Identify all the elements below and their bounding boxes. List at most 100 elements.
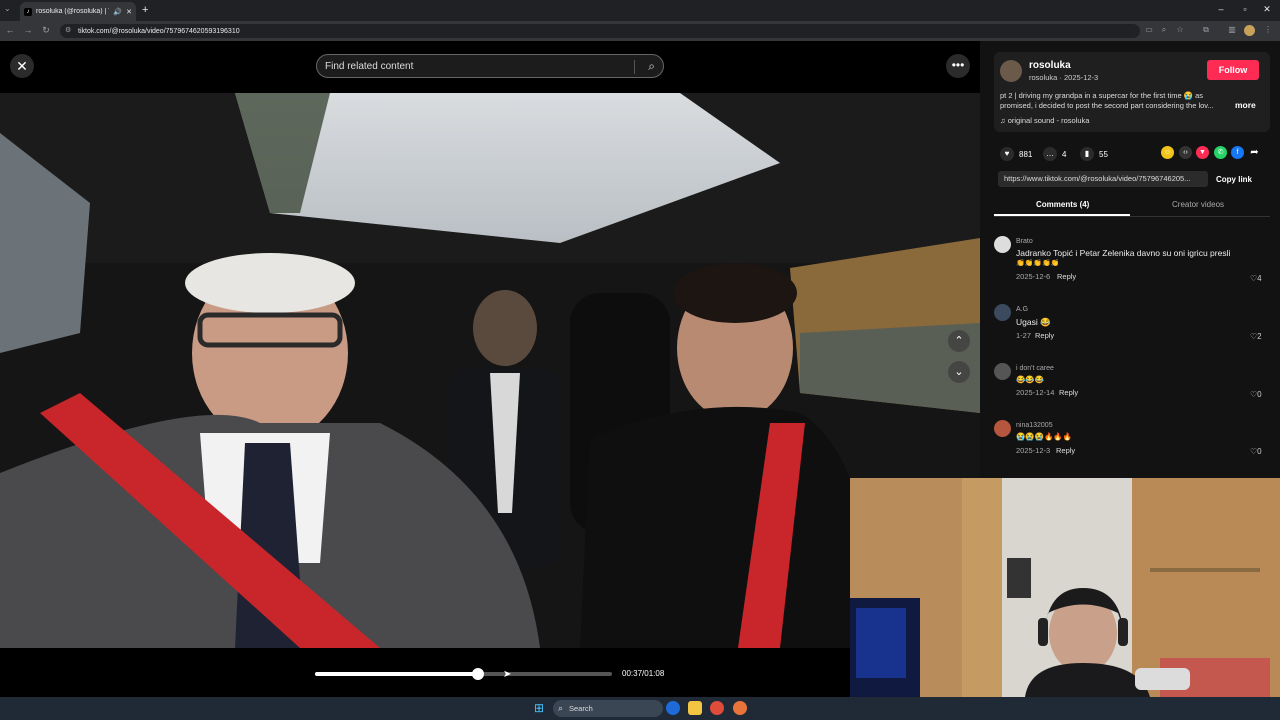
comment-date: 2025-12-14: [1016, 388, 1055, 397]
tab-strip: [0, 0, 1280, 21]
edge-icon[interactable]: [666, 701, 680, 715]
close-window-icon[interactable]: ✕: [1258, 4, 1276, 15]
menu-icon[interactable]: ⋮: [1262, 25, 1274, 34]
time-display: 00:37/01:08: [622, 669, 665, 678]
progress-bar[interactable]: [315, 668, 612, 680]
emoji-share-icon[interactable]: ☺: [1161, 146, 1174, 159]
taskbar-search-label: Search: [569, 704, 593, 713]
bookmark-icon: ▮: [1080, 147, 1094, 161]
whatsapp-icon[interactable]: ✆: [1214, 146, 1227, 159]
mouse-cursor: ➤: [503, 669, 512, 680]
facebook-icon[interactable]: f: [1231, 146, 1244, 159]
author-avatar[interactable]: [1000, 60, 1022, 82]
reply-button[interactable]: Reply: [1057, 272, 1076, 281]
forward-icon[interactable]: →: [22, 25, 34, 35]
back-icon[interactable]: ←: [4, 25, 16, 35]
previous-video-button[interactable]: ⌃: [948, 330, 970, 352]
sidepanel-icon[interactable]: ▥: [1226, 25, 1238, 34]
more-options-button[interactable]: •••: [946, 54, 970, 78]
webcam-overlay: [850, 478, 1280, 697]
windows-start-icon[interactable]: ⊞: [534, 701, 544, 715]
progress-fill: [315, 672, 479, 676]
tiktok-icon: ♪: [24, 7, 32, 16]
comment-like[interactable]: ♡4: [1250, 274, 1262, 283]
comment-like-count: 0: [1257, 447, 1262, 456]
minimize-icon[interactable]: –: [1212, 4, 1230, 14]
commenter-avatar[interactable]: [994, 420, 1011, 437]
comment-like[interactable]: ♡0: [1250, 447, 1262, 456]
tab-search-icon[interactable]: ⌄: [4, 4, 11, 13]
zoom-icon[interactable]: ⌕: [1158, 25, 1170, 35]
webcam-frame: [850, 478, 1280, 697]
like-count: 881: [1019, 149, 1033, 159]
send-icon[interactable]: ▼: [1196, 146, 1209, 159]
comment-button[interactable]: … 4: [1043, 147, 1066, 161]
comment-like-count: 0: [1257, 390, 1262, 399]
reply-button[interactable]: Reply: [1035, 331, 1054, 340]
tab-title: rosoluka (@rosoluka) | TikTok: [36, 8, 109, 15]
speaker-icon[interactable]: 🔊: [113, 8, 122, 16]
more-link[interactable]: more: [1235, 100, 1256, 110]
music-note-icon: ♫: [1000, 116, 1008, 125]
copy-link-button[interactable]: Copy link: [1216, 175, 1252, 184]
chrome-active-icon[interactable]: [733, 701, 747, 715]
chrome-icon[interactable]: [710, 701, 724, 715]
url-text: tiktok.com/@rosoluka/video/7579674620593…: [78, 27, 240, 35]
bookmark-star-icon[interactable]: ☆: [1174, 25, 1186, 34]
next-video-button[interactable]: ⌄: [948, 361, 970, 383]
comment-date: 2025-12-6: [1016, 272, 1051, 281]
search-icon: ⌕: [558, 703, 564, 713]
sound-link[interactable]: ♫ original sound - rosoluka: [1000, 116, 1089, 125]
extensions-icon[interactable]: ⧉: [1200, 25, 1212, 35]
site-info-icon[interactable]: ⚙: [65, 26, 71, 34]
author-name[interactable]: rosoluka: [1029, 60, 1071, 71]
save-button[interactable]: ▮ 55: [1080, 147, 1108, 161]
embed-icon[interactable]: ‹›: [1179, 146, 1192, 159]
like-button[interactable]: ♥ 881: [1000, 147, 1032, 161]
reload-icon[interactable]: ↻: [40, 25, 52, 36]
comment-icon: …: [1043, 147, 1057, 161]
maximize-icon[interactable]: ▫: [1236, 4, 1254, 14]
browser-tab[interactable]: ♪ rosoluka (@rosoluka) | TikTok 🔊 ✕: [20, 2, 136, 21]
cast-icon[interactable]: ▭: [1143, 25, 1155, 34]
tab-creator-videos[interactable]: Creator videos: [1172, 200, 1224, 209]
file-explorer-icon[interactable]: [688, 701, 702, 715]
comment-user[interactable]: A.G: [1016, 306, 1028, 313]
comment-count: 4: [1062, 149, 1067, 159]
comment-date: 1-27: [1016, 331, 1032, 340]
follow-button[interactable]: Follow: [1207, 60, 1259, 80]
comment-user[interactable]: nina132005: [1016, 422, 1053, 429]
commenter-avatar[interactable]: [994, 304, 1011, 321]
comment-text: 😂😂😂: [1016, 375, 1045, 384]
comment-user[interactable]: Brato: [1016, 238, 1033, 245]
reply-button[interactable]: Reply: [1056, 446, 1075, 455]
video-description: pt 2 | driving my grandpa in a supercar …: [1000, 91, 1214, 110]
reply-button[interactable]: Reply: [1059, 388, 1078, 397]
new-tab-button[interactable]: +: [142, 4, 148, 16]
comment-text: 😭😭😭🔥🔥🔥: [1016, 432, 1073, 441]
close-button[interactable]: ✕: [10, 54, 34, 78]
close-tab-icon[interactable]: ✕: [126, 8, 132, 16]
comment-user[interactable]: i don't caree: [1016, 365, 1054, 372]
share-link-field[interactable]: https://www.tiktok.com/@rosoluka/video/7…: [998, 171, 1208, 187]
commenter-avatar[interactable]: [994, 236, 1011, 253]
save-count: 55: [1099, 149, 1108, 159]
search-divider: [634, 60, 635, 74]
profile-avatar[interactable]: [1244, 25, 1255, 36]
commenter-avatar[interactable]: [994, 363, 1011, 380]
share-arrow-icon[interactable]: ➦: [1248, 146, 1261, 159]
tab-comments[interactable]: Comments (4): [1036, 200, 1089, 209]
author-subtitle: rosoluka · 2025-12-3: [1029, 73, 1099, 82]
comment-like[interactable]: ♡2: [1250, 332, 1262, 341]
search-placeholder: Find related content: [325, 60, 414, 72]
sound-name: original sound - rosoluka: [1007, 116, 1090, 125]
search-icon[interactable]: ⌕: [648, 59, 655, 74]
heart-icon: ♥: [1000, 147, 1014, 161]
taskbar-search[interactable]: ⌕ Search: [553, 700, 663, 717]
video-player[interactable]: [0, 93, 980, 648]
address-bar[interactable]: tiktok.com/@rosoluka/video/7579674620593…: [60, 24, 1140, 38]
search-input[interactable]: Find related content ⌕: [316, 54, 664, 78]
comment-text: Ugasi 😂: [1016, 317, 1051, 327]
comment-like[interactable]: ♡0: [1250, 390, 1262, 399]
video-frame: [0, 93, 980, 648]
